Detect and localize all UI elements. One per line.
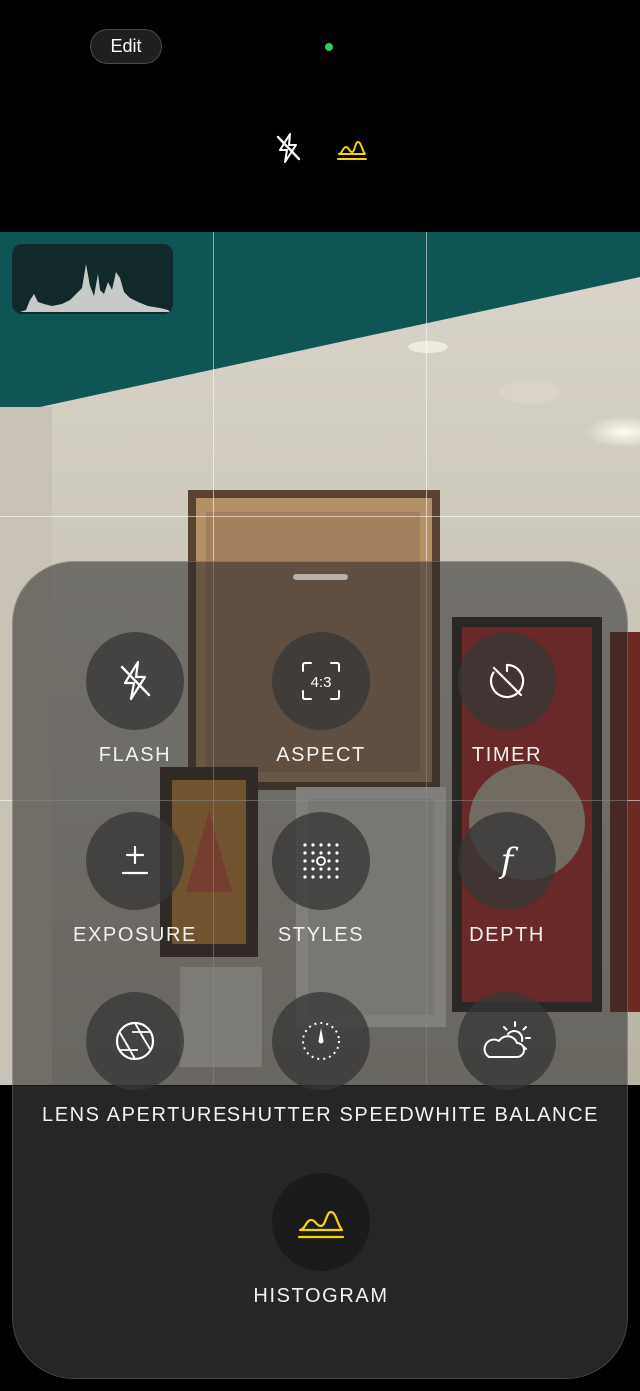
histogram-icon: [297, 1210, 345, 1239]
depth-button[interactable]: f: [458, 812, 556, 910]
plus-minus-icon: [121, 845, 149, 875]
histogram-icon[interactable]: [336, 132, 368, 164]
timer-button[interactable]: [458, 632, 556, 730]
flash-button[interactable]: [86, 632, 184, 730]
dot-grid-icon: [303, 843, 339, 879]
white-balance-button[interactable]: [458, 992, 556, 1090]
white-balance-label: WHITE BALANCE: [414, 1104, 600, 1126]
f-stop-text: f: [498, 841, 519, 881]
live-histogram: [12, 244, 173, 314]
aspect-ratio-text: 4:3: [311, 674, 332, 691]
aspect-control[interactable]: 4:3 ASPECT: [226, 632, 416, 782]
shutter-speed-control[interactable]: SHUTTER SPEED: [226, 992, 416, 1142]
top-bar: Edit: [0, 0, 640, 232]
shutter-speed-button[interactable]: [272, 992, 370, 1090]
flash-control[interactable]: FLASH: [40, 632, 230, 782]
flash-off-icon[interactable]: [272, 132, 304, 164]
cloud-sun-icon: [483, 1021, 531, 1058]
depth-control[interactable]: f DEPTH: [412, 812, 602, 962]
camera-settings-sheet: FLASH 4:3 ASPECT TIMER EXPOSURE STYLES f…: [12, 561, 628, 1379]
f-stop-icon: f: [498, 841, 519, 881]
lens-aperture-control[interactable]: LENS APERTURE: [40, 992, 230, 1142]
histogram-button[interactable]: [272, 1173, 370, 1271]
camera-active-indicator: [325, 43, 333, 51]
white-balance-control[interactable]: WHITE BALANCE: [412, 992, 602, 1142]
histogram-label: HISTOGRAM: [253, 1285, 389, 1307]
flash-auto-icon: [120, 660, 151, 701]
timer-off-icon: [489, 663, 525, 699]
aspect-ratio-icon: 4:3: [302, 662, 340, 700]
timer-control[interactable]: TIMER: [412, 632, 602, 782]
depth-label: DEPTH: [469, 924, 545, 946]
sheet-grabber-handle[interactable]: [293, 574, 348, 580]
aperture-icon: [115, 1021, 155, 1061]
styles-control[interactable]: STYLES: [226, 812, 416, 962]
exposure-button[interactable]: [86, 812, 184, 910]
styles-button[interactable]: [272, 812, 370, 910]
grid-line: [0, 516, 640, 517]
timer-label: TIMER: [471, 744, 543, 766]
lens-aperture-button[interactable]: [86, 992, 184, 1090]
edit-button[interactable]: Edit: [90, 29, 162, 64]
shutter-dial-icon: [302, 1022, 340, 1060]
exposure-control[interactable]: EXPOSURE: [40, 812, 230, 962]
aspect-button[interactable]: 4:3: [272, 632, 370, 730]
histogram-control[interactable]: HISTOGRAM: [226, 1173, 416, 1323]
